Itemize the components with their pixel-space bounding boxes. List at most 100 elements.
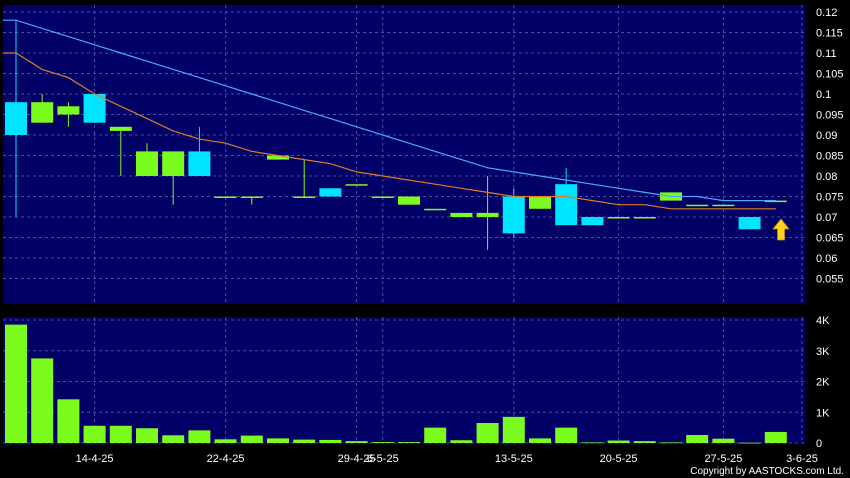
candle-body	[83, 94, 106, 123]
candle-body	[5, 102, 27, 135]
candle-body	[581, 217, 604, 226]
volume-tick-label: 1K	[816, 407, 830, 419]
candle-body	[293, 196, 316, 198]
copyright-notice: Copyright by AASTOCKS.com Ltd.	[690, 466, 844, 477]
candle-body	[476, 212, 499, 217]
volume-bar	[555, 427, 578, 443]
candle-body	[450, 212, 473, 217]
candle-body	[214, 196, 237, 198]
volume-bar	[660, 442, 682, 444]
volume-tick-label: 3K	[816, 346, 830, 358]
candle-body	[424, 208, 447, 211]
volume-bar	[214, 439, 237, 443]
candle	[738, 217, 761, 230]
volume-bar	[319, 439, 342, 443]
volume-bar	[371, 442, 394, 443]
price-tick-label: 0.09	[816, 130, 837, 142]
volume-bar	[476, 423, 499, 443]
price-tick-label: 0.105	[816, 69, 844, 81]
date-tick-label: 6-5-25	[367, 453, 399, 465]
date-tick-label: 27-5-25	[704, 453, 742, 465]
date-tick-label: 13-5-25	[495, 453, 533, 465]
price-tick-label: 0.065	[816, 233, 844, 245]
volume-tick-label: 2K	[816, 377, 830, 389]
price-tick-label: 0.06	[816, 253, 837, 265]
candle	[345, 184, 368, 186]
volume-bar	[5, 324, 27, 443]
price-tick-label: 0.115	[816, 28, 843, 40]
volume-tick-label: 0	[816, 438, 822, 450]
price-tick-label: 0.075	[816, 192, 844, 204]
volume-bar	[31, 358, 54, 443]
price-tick-label: 0.08	[816, 171, 837, 183]
candle-body	[31, 102, 54, 123]
volume-bar	[162, 435, 185, 443]
volume-bar	[398, 442, 420, 443]
candle	[607, 217, 630, 219]
stock-chart: 0.12 0.115 0.11 0.105 0.1 0.095 0.09 0.085 0.08 0…	[0, 0, 850, 478]
date-tick-label: 22-4-25	[207, 453, 245, 465]
candle-body	[712, 204, 735, 207]
candle-body	[109, 126, 132, 131]
volume-panel	[3, 317, 805, 443]
candle-body	[686, 204, 709, 207]
candle	[581, 217, 604, 226]
volume-bar	[109, 425, 132, 443]
candle-body	[240, 196, 263, 198]
volume-bar	[188, 430, 211, 443]
candle	[424, 208, 447, 211]
volume-bar	[267, 438, 289, 443]
candle	[450, 212, 473, 217]
candle-body	[371, 196, 394, 198]
volume-bar	[712, 438, 735, 443]
volume-bar	[57, 399, 80, 443]
volume-bar	[293, 439, 316, 443]
volume-bar	[764, 431, 787, 443]
volume-bar	[529, 438, 551, 443]
volume-bar	[83, 425, 106, 443]
candle	[319, 188, 342, 197]
date-tick-label: 14-4-25	[76, 453, 114, 465]
volume-bar	[424, 427, 447, 443]
price-tick-label: 0.095	[816, 110, 844, 122]
price-tick-label: 0.055	[816, 274, 844, 286]
volume-tick-label: 4K	[816, 315, 830, 327]
candle	[398, 196, 420, 205]
volume-bar	[633, 441, 656, 443]
candle	[712, 204, 735, 207]
price-tick-label: 0.07	[816, 212, 837, 224]
candle-body	[738, 217, 761, 230]
candle	[371, 196, 394, 198]
price-tick-label: 0.11	[816, 48, 837, 60]
candle-body	[57, 106, 80, 115]
volume-bar	[450, 440, 473, 443]
candle-body	[162, 151, 185, 176]
price-tick-label: 0.1	[816, 89, 831, 101]
price-tick-label: 0.085	[816, 151, 844, 163]
volume-bar	[240, 435, 263, 443]
price-panel	[3, 5, 805, 304]
volume-bar	[581, 442, 604, 444]
candle	[686, 204, 709, 207]
volume-bar	[607, 440, 630, 443]
volume-bar	[502, 416, 525, 443]
candle-body	[345, 184, 368, 186]
price-tick-label: 0.12	[816, 7, 837, 19]
candle	[529, 196, 551, 209]
candle-body	[136, 151, 158, 176]
candle-body	[502, 196, 525, 234]
candle-body	[529, 196, 551, 209]
volume-bar	[136, 428, 158, 443]
candle-body	[633, 217, 656, 219]
date-tick-label: 20-5-25	[600, 453, 638, 465]
candle-body	[319, 188, 342, 197]
candle	[83, 94, 106, 123]
volume-bar	[686, 435, 709, 443]
volume-bar	[738, 442, 761, 444]
candle-body	[607, 217, 630, 219]
candle-body	[555, 184, 578, 226]
date-tick-label: 3-6-25	[786, 453, 818, 465]
candle-body	[398, 196, 420, 205]
candle	[214, 196, 237, 198]
candle	[633, 217, 656, 219]
